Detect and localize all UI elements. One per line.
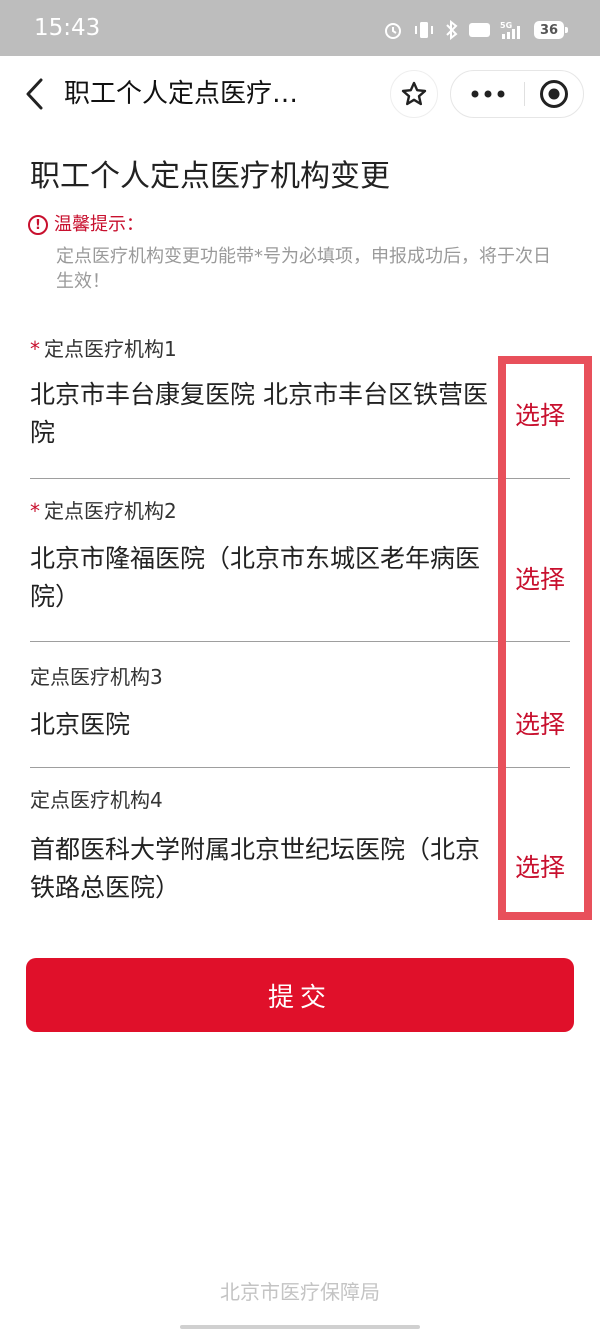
highlight-annotation-box — [498, 356, 592, 920]
required-mark: * — [30, 337, 40, 361]
required-mark: * — [30, 499, 40, 523]
field-label-text: 定点医疗机构3 — [30, 665, 163, 689]
field-label: * 定点医疗机构1 — [30, 336, 177, 362]
field-label: 定点医疗机构4 — [30, 787, 163, 813]
field-label-text: 定点医疗机构4 — [30, 788, 163, 812]
field-label-text: 定点医疗机构2 — [44, 499, 177, 523]
divider — [30, 767, 570, 768]
close-target-icon[interactable] — [525, 71, 583, 117]
field-value: 北京市丰台康复医院 北京市丰台区铁营医院 — [30, 380, 488, 447]
field-value: 北京市隆福医院（北京市东城区老年病医院） — [30, 544, 481, 611]
signal-icon: 5G — [500, 20, 524, 40]
nav-bar: 职工个人定点医疗… — [0, 56, 600, 132]
status-time: 15:43 — [34, 15, 101, 41]
field-institution-1: * 定点医疗机构1 北京市丰台康复医院 北京市丰台区铁营医院 选择 — [30, 336, 570, 480]
more-icon[interactable] — [451, 71, 524, 117]
tip-label: 温馨提示： — [54, 214, 144, 235]
home-indicator[interactable] — [180, 1325, 420, 1329]
nav-title: 职工个人定点医疗… — [64, 79, 299, 109]
bluetooth-icon — [445, 20, 459, 40]
svg-text:5G: 5G — [500, 21, 512, 30]
vibrate-icon — [413, 20, 435, 40]
field-institution-4: 定点医疗机构4 首都医科大学附属北京世纪坛医院（北京铁路总医院） 选择 — [30, 787, 570, 917]
field-value: 首都医科大学附属北京世纪坛医院（北京铁路总医院） — [30, 835, 481, 902]
field-label: * 定点医疗机构2 — [30, 498, 177, 524]
field-value: 北京医院 — [30, 710, 131, 739]
battery-indicator: 36 — [534, 21, 568, 39]
status-bar: 15:43 HD 5G 36 — [0, 0, 600, 56]
footer-text: 北京市医疗保障局 — [220, 1280, 380, 1304]
star-icon[interactable] — [390, 70, 438, 118]
divider — [30, 641, 570, 642]
field-institution-3: 定点医疗机构3 北京医院 选择 — [30, 664, 570, 768]
hd-badge: HD — [469, 23, 490, 37]
field-label-text: 定点医疗机构1 — [44, 337, 177, 361]
alarm-icon — [383, 20, 403, 40]
tip-text: 定点医疗机构变更功能带*号为必填项，申报成功后，将于次日生效！ — [56, 246, 551, 292]
submit-button[interactable]: 提交 — [26, 958, 574, 1032]
status-icons: HD 5G 36 — [383, 18, 568, 42]
warning-icon: ! — [28, 215, 48, 235]
back-arrow-icon[interactable] — [16, 76, 52, 112]
mini-program-capsule — [450, 70, 584, 118]
divider — [30, 478, 570, 479]
field-label: 定点医疗机构3 — [30, 664, 163, 690]
page-title: 职工个人定点医疗机构变更 — [30, 159, 390, 194]
tip-header: ! 温馨提示： — [28, 214, 144, 236]
field-institution-2: * 定点医疗机构2 北京市隆福医院（北京市东城区老年病医院） 选择 — [30, 498, 570, 642]
